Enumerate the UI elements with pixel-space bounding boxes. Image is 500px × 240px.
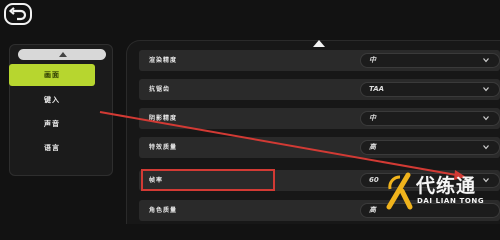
watermark-logo-icon xyxy=(386,172,413,210)
watermark-subtitle: DAI LIAN TONG xyxy=(417,197,485,205)
watermark: 代练通 DAI LIAN TONG xyxy=(380,166,500,223)
watermark-title: 代练通 xyxy=(416,175,477,197)
